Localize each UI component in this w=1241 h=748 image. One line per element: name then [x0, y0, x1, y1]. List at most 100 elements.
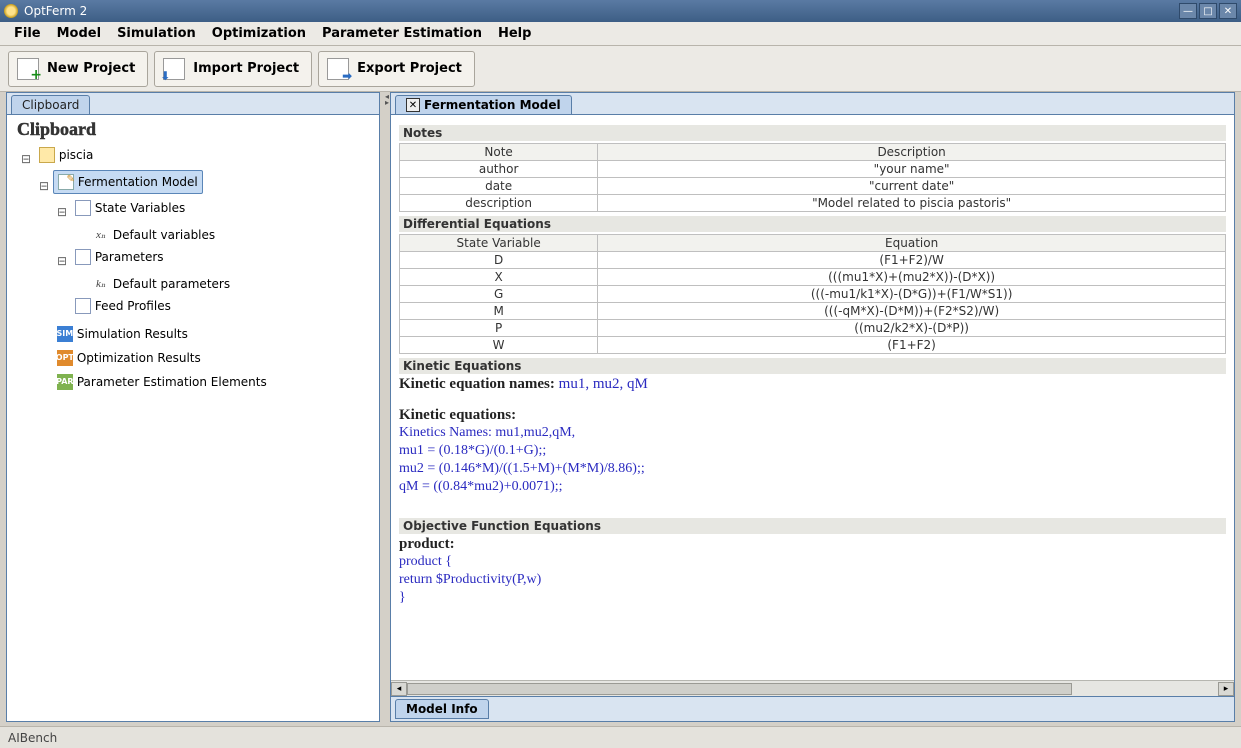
tab-fermentation-model[interactable]: ✕ Fermentation Model [395, 95, 572, 114]
menu-file[interactable]: File [6, 24, 49, 43]
kinetic-names-row: Kinetic equation names: mu1, mu2, qM [399, 376, 1226, 393]
tab-fermentation-model-label: Fermentation Model [424, 98, 561, 112]
menu-parameter-estimation[interactable]: Parameter Estimation [314, 24, 490, 43]
section-kinetic: Kinetic Equations [399, 358, 1226, 374]
table-row[interactable]: description"Model related to piscia past… [400, 195, 1226, 212]
sim-icon: SIM [57, 326, 73, 342]
tree-default-parameters[interactable]: kₙ Default parameters [89, 273, 234, 295]
minimize-button[interactable]: — [1179, 3, 1197, 19]
objective-label: product: [399, 536, 1226, 553]
section-notes: Notes [399, 125, 1226, 141]
toggle-model[interactable]: ⊟ [39, 175, 49, 197]
objective-line: } [399, 589, 1226, 607]
new-project-label: New Project [47, 61, 135, 76]
tree-fermentation-model[interactable]: Fermentation Model [53, 170, 203, 194]
table-row[interactable]: W(F1+F2) [400, 337, 1226, 354]
objective-line: return $Productivity(P,w) [399, 571, 1226, 589]
tree-feed-profiles[interactable]: Feed Profiles [71, 295, 175, 317]
table-row[interactable]: M(((-qM*X)-(D*M))+(F2*S2)/W) [400, 303, 1226, 320]
tree-project[interactable]: piscia [35, 144, 98, 166]
section-objective: Objective Function Equations [399, 518, 1226, 534]
feed-icon [75, 298, 91, 314]
editor-tabrow: ✕ Fermentation Model [391, 93, 1234, 115]
document-body: Notes Note Description author"your name"… [391, 115, 1234, 680]
tree-parameter-estimation-elements[interactable]: PAR Parameter Estimation Elements [53, 371, 271, 393]
table-row[interactable]: author"your name" [400, 161, 1226, 178]
kinetic-names-label: Kinetic equation names: [399, 376, 555, 392]
opt-icon: OPT [57, 350, 73, 366]
clipboard-tabrow: Clipboard [7, 93, 379, 115]
scroll-left-button[interactable]: ◂ [391, 682, 407, 696]
statusbar: AIBench [0, 726, 1241, 748]
menu-simulation[interactable]: Simulation [109, 24, 204, 43]
app-icon [4, 4, 18, 18]
kinetic-line: Kinetics Names: mu1,mu2,qM, [399, 424, 1226, 442]
export-project-label: Export Project [357, 61, 462, 76]
bottom-tabrow: Model Info [391, 696, 1234, 721]
table-row[interactable]: P((mu2/k2*X)-(D*P)) [400, 320, 1226, 337]
scroll-track[interactable] [407, 682, 1218, 696]
tree-default-variables-label: Default variables [113, 224, 215, 246]
scroll-right-button[interactable]: ▸ [1218, 682, 1234, 696]
clipboard-pane: Clipboard Clipboard ⊟ piscia ⊟ [6, 92, 380, 722]
table-row[interactable]: D(F1+F2)/W [400, 252, 1226, 269]
kinetic-line: mu2 = (0.146*M)/((1.5+M)+(M*M)/8.86);; [399, 460, 1226, 478]
table-row[interactable]: G(((-mu1/k1*X)-(D*G))+(F1/W*S1)) [400, 286, 1226, 303]
tab-model-info[interactable]: Model Info [395, 699, 489, 719]
editor-pane: ✕ Fermentation Model Notes Note Descript… [390, 92, 1235, 722]
menu-help[interactable]: Help [490, 24, 539, 43]
export-project-button[interactable]: Export Project [318, 51, 475, 87]
tree-default-variables[interactable]: xₙ Default variables [89, 224, 219, 246]
folder-icon [39, 147, 55, 163]
splitter-right-icon: ▸ [385, 100, 389, 106]
tree-fermentation-model-label: Fermentation Model [78, 171, 198, 193]
maximize-button[interactable]: □ [1199, 3, 1217, 19]
section-diff-eq: Differential Equations [399, 216, 1226, 232]
model-icon [58, 174, 74, 190]
close-button[interactable]: ✕ [1219, 3, 1237, 19]
scroll-thumb[interactable] [407, 683, 1072, 695]
tree-project-label: piscia [59, 144, 94, 166]
toolbar: New Project Import Project Export Projec… [0, 46, 1241, 92]
import-project-label: Import Project [193, 61, 299, 76]
menubar: File Model Simulation Optimization Param… [0, 22, 1241, 46]
tree-parameters-label: Parameters [95, 246, 164, 268]
notes-header-note: Note [400, 144, 598, 161]
tree-optimization-results-label: Optimization Results [77, 347, 201, 369]
tab-close-button[interactable]: ✕ [406, 98, 420, 112]
tree-simulation-results[interactable]: SIM Simulation Results [53, 323, 192, 345]
table-row[interactable]: date"current date" [400, 178, 1226, 195]
variable-icon: xₙ [93, 227, 109, 243]
window-controls: — □ ✕ [1179, 3, 1237, 19]
tree-simulation-results-label: Simulation Results [77, 323, 188, 345]
project-tree: ⊟ piscia ⊟ Fermentation Model [7, 142, 379, 721]
par-icon: PAR [57, 374, 73, 390]
tree-optimization-results[interactable]: OPT Optimization Results [53, 347, 205, 369]
status-text: AIBench [8, 731, 57, 745]
toggle-state-vars[interactable]: ⊟ [57, 201, 67, 223]
kinetic-line: qM = ((0.84*mu2)+0.0071);; [399, 478, 1226, 496]
menu-optimization[interactable]: Optimization [204, 24, 314, 43]
clipboard-tab[interactable]: Clipboard [11, 95, 90, 114]
list-icon [75, 200, 91, 216]
tree-parameters[interactable]: Parameters [71, 246, 168, 268]
tree-state-variables[interactable]: State Variables [71, 197, 189, 219]
kinetic-names-values: mu1, mu2, qM [559, 376, 648, 392]
import-project-button[interactable]: Import Project [154, 51, 312, 87]
menu-model[interactable]: Model [49, 24, 109, 43]
horizontal-scrollbar[interactable]: ◂ ▸ [391, 680, 1234, 696]
toggle-project[interactable]: ⊟ [21, 148, 31, 170]
toggle-parameters[interactable]: ⊟ [57, 250, 67, 272]
notes-header-description: Description [598, 144, 1226, 161]
export-project-icon [327, 58, 349, 80]
tree-default-parameters-label: Default parameters [113, 273, 230, 295]
kinetic-equations-label: Kinetic equations: [399, 407, 1226, 424]
table-row[interactable]: X(((mu1*X)+(mu2*X))-(D*X)) [400, 269, 1226, 286]
list-icon [75, 249, 91, 265]
import-project-icon [163, 58, 185, 80]
parameter-icon: kₙ [93, 276, 109, 292]
new-project-button[interactable]: New Project [8, 51, 148, 87]
titlebar: OptFerm 2 — □ ✕ [0, 0, 1241, 22]
kinetic-line: mu1 = (0.18*G)/(0.1+G);; [399, 442, 1226, 460]
diff-eq-table: State Variable Equation D(F1+F2)/W X(((m… [399, 234, 1226, 354]
